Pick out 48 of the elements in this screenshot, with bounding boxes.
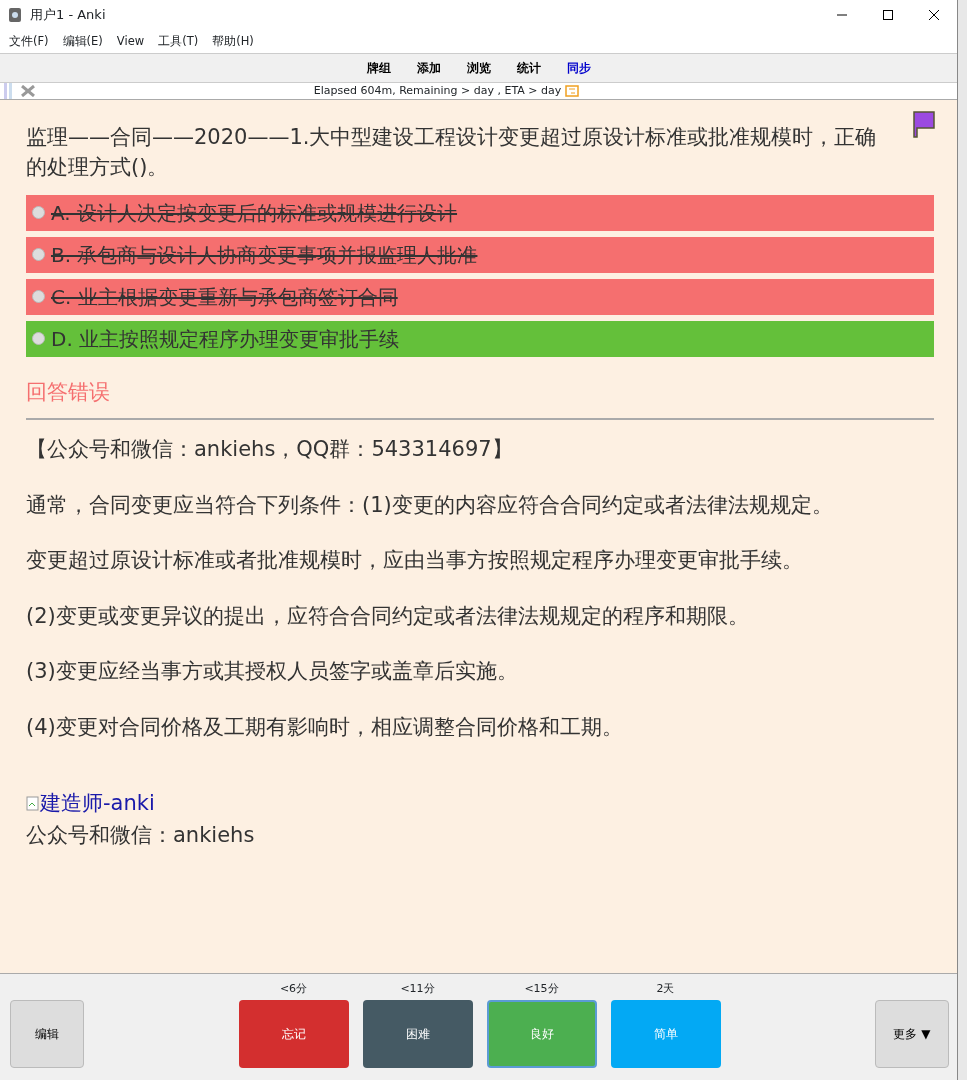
- paragraph: 【公众号和微信：ankiehs，QQ群：543314697】: [26, 436, 514, 464]
- answer-option[interactable]: A. 设计人决定按变更后的标准或规模进行设计: [26, 194, 934, 231]
- radio-button[interactable]: [32, 290, 45, 304]
- option-text: D. 业主按照规定程序办理变更审批手续: [51, 325, 400, 353]
- broken-image-icon: [26, 795, 40, 812]
- toolbar-link[interactable]: 浏览: [466, 59, 491, 77]
- radio-button[interactable]: [32, 248, 45, 262]
- answer-option[interactable]: B. 承包商与设计人协商变更事项并报监理人批准: [26, 236, 934, 273]
- answer-option[interactable]: C. 业主根据变更重新与承包商签订合同: [26, 278, 934, 315]
- radio-button[interactable]: [32, 206, 45, 220]
- toolbar-link[interactable]: 同步: [566, 59, 591, 77]
- menu-item[interactable]: 工具(T): [158, 32, 199, 51]
- option-text: C. 业主根据变更重新与承包商签订合同: [51, 283, 398, 311]
- question-text: 监理——合同——2020——1.大中型建设工程设计变更超过原设计标准或批准规模时，正确的处理方式()。: [26, 124, 878, 182]
- close-icon: [929, 10, 939, 20]
- menu-item[interactable]: 帮助(H): [212, 32, 254, 51]
- progress-text: Elapsed 604m, Remaining > day , ETA > day: [313, 82, 562, 99]
- answer-button[interactable]: 忘记: [238, 1000, 349, 1068]
- app-icon: [8, 7, 22, 23]
- menu-item[interactable]: 文件(F): [9, 32, 49, 51]
- sync-icon[interactable]: [565, 85, 580, 97]
- window-title: 用户1 - Anki: [30, 6, 106, 25]
- paragraph: (3)变更应经当事方或其授权人员签字或盖章后实施。: [26, 658, 519, 686]
- option-text: B. 承包商与设计人协商变更事项并报监理人批准: [51, 241, 478, 269]
- footer-text: 公众号和微信：ankiehs: [26, 821, 256, 849]
- paragraph: (2)变更或变更异议的提出，应符合合同约定或者法律法规规定的程序和期限。: [26, 602, 750, 630]
- interval-label: 2天: [655, 980, 676, 997]
- result-text: 回答错误: [26, 376, 934, 421]
- image-link[interactable]: 建造师-anki: [40, 788, 155, 820]
- interval-label: <15分: [523, 980, 560, 997]
- interval-label: <6分: [278, 980, 309, 997]
- answer-button[interactable]: 困难: [362, 1000, 473, 1068]
- edit-button[interactable]: 编辑: [10, 1000, 84, 1068]
- interval-label: <11分: [399, 980, 436, 997]
- paragraph: 变更超过原设计标准或者批准规模时，应由当事方按照规定程序办理变更审批手续。: [26, 547, 804, 575]
- answer-option[interactable]: D. 业主按照规定程序办理变更审批手续: [26, 320, 934, 357]
- option-text: A. 设计人决定按变更后的标准或规模进行设计: [51, 199, 458, 227]
- menu-item[interactable]: 编辑(E): [62, 32, 103, 51]
- paragraph: (4)变更对合同价格及工期有影响时，相应调整合同价格和工期。: [26, 713, 624, 741]
- more-button[interactable]: 更多 ▼: [875, 1000, 949, 1068]
- paragraph: 通常，合同变更应当符合下列条件：(1)变更的内容应符合合同约定或者法律法规规定。: [26, 491, 834, 519]
- radio-button[interactable]: [32, 332, 45, 346]
- maximize-icon: [883, 10, 893, 20]
- toolbar-link[interactable]: 统计: [516, 59, 541, 77]
- close-icon[interactable]: [20, 85, 36, 97]
- toolbar-link[interactable]: 添加: [416, 59, 441, 77]
- menu-item[interactable]: View: [116, 32, 145, 51]
- toolbar-link[interactable]: 牌组: [366, 59, 391, 77]
